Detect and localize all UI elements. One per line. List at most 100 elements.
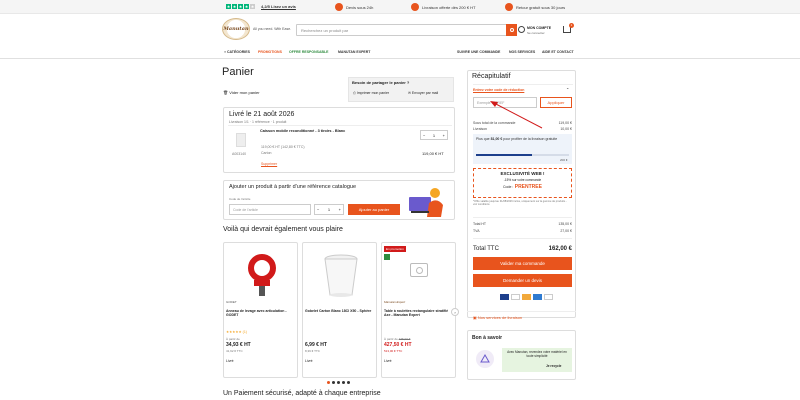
nav-suivre-commande[interactable]: SUIVRE UNE COMMANDE bbox=[457, 50, 500, 54]
truck-icon: ▣ bbox=[473, 315, 477, 320]
trash-icon: 🗑 bbox=[223, 90, 229, 95]
recycle-link[interactable]: Je recycle bbox=[546, 364, 561, 368]
quantity-value[interactable]: 1 bbox=[433, 133, 435, 138]
carousel-dot[interactable] bbox=[342, 381, 345, 384]
search-button[interactable] bbox=[506, 24, 517, 36]
product-price: 427,50 € HT bbox=[384, 342, 412, 348]
exclusive-title: EXCLUSIVITÉ WEB ! bbox=[500, 171, 545, 176]
quick-add-label: Code de l'article bbox=[229, 197, 251, 201]
carousel-dot[interactable] bbox=[337, 381, 340, 384]
account-icon[interactable] bbox=[518, 26, 525, 34]
print-cart-button[interactable]: ⎙ Imprimer mon panier bbox=[353, 91, 389, 95]
product-price: 34,93 € HT bbox=[226, 342, 251, 348]
product-ref: A003140 bbox=[232, 152, 247, 156]
divider bbox=[467, 311, 576, 312]
quick-add-illustration bbox=[405, 183, 448, 219]
carousel-dot[interactable] bbox=[327, 381, 330, 384]
product-ttc: 8,39 € TTC bbox=[305, 349, 320, 353]
product-card[interactable]: GODET Anneau de levage avec articulation… bbox=[223, 242, 298, 378]
plus-button[interactable]: + bbox=[443, 133, 445, 138]
livraison-info: Livraison offerte dès 200 € HT bbox=[411, 3, 476, 11]
tva-row: TVA 27,00 € bbox=[473, 229, 572, 233]
product-image[interactable] bbox=[244, 253, 280, 300]
quick-add-title: Ajouter un produit à partir d'une référe… bbox=[229, 184, 357, 190]
product-image[interactable] bbox=[321, 253, 361, 300]
product-rating: ★★★★★ (1) bbox=[226, 330, 247, 334]
nav-aide[interactable]: AIDE ET CONTACT bbox=[542, 50, 574, 54]
visa-icon bbox=[511, 294, 520, 300]
document-icon bbox=[335, 3, 343, 11]
product-thumbnail[interactable] bbox=[236, 133, 246, 147]
search-input[interactable]: Recherchez un produit par bbox=[296, 24, 516, 36]
minus-button[interactable]: − bbox=[423, 133, 425, 138]
free-delivery-progress bbox=[476, 154, 569, 156]
top-bar bbox=[0, 0, 800, 14]
reco-title: Voilà qui devrait également vous plaire bbox=[223, 226, 343, 233]
amex-icon bbox=[533, 294, 542, 300]
rating-link[interactable]: 4,2/5 Lisez un avis bbox=[261, 4, 296, 9]
bon-a-savoir-text: Avec Manutan, revendez votre matériel en… bbox=[507, 350, 567, 358]
truck-icon bbox=[411, 3, 419, 11]
share-title: Besoin de partager le panier ? bbox=[352, 80, 410, 85]
nav-manutan-expert[interactable]: MANUTAN EXPERT bbox=[338, 50, 370, 54]
brand-label: Manutan Expert bbox=[384, 300, 406, 304]
exclusive-code: Code : PRENTREE bbox=[503, 184, 542, 190]
carousel-dot[interactable] bbox=[347, 381, 350, 384]
printer-icon: ⎙ bbox=[353, 91, 356, 95]
quantity-value[interactable]: 1 bbox=[328, 207, 330, 212]
divider bbox=[228, 125, 452, 126]
product-name[interactable]: Gobelet Carton Blanc 18Cl X50 - Sphère bbox=[305, 309, 375, 313]
product-card[interactable]: En promotion Manutan Expert Table à roul… bbox=[381, 242, 456, 378]
remove-link[interactable]: Supprimer bbox=[261, 162, 277, 166]
search-icon bbox=[509, 28, 514, 32]
delivery-status: Livré bbox=[226, 359, 234, 363]
camera-placeholder-icon bbox=[410, 263, 428, 277]
article-code-input[interactable]: Code de l'article bbox=[229, 204, 311, 215]
annotation-arrow bbox=[490, 101, 543, 129]
request-quote-button[interactable]: Demander un devis bbox=[473, 274, 572, 287]
divider bbox=[473, 84, 573, 85]
divider bbox=[473, 217, 572, 218]
chevron-up-icon[interactable]: ⌃ bbox=[566, 87, 569, 92]
progress-end-label: 200 € bbox=[560, 158, 568, 162]
account-label[interactable]: MON COMPTE bbox=[527, 26, 551, 30]
add-to-cart-button[interactable]: Ajouter au panier bbox=[348, 204, 400, 215]
product-card[interactable]: Gobelet Carton Blanc 18Cl X50 - Sphère 6… bbox=[302, 242, 377, 378]
nav-services[interactable]: NOS SERVICES bbox=[509, 50, 535, 54]
nav-promotions[interactable]: PROMOTIONS bbox=[258, 50, 282, 54]
carousel-dot[interactable] bbox=[332, 381, 335, 384]
quick-add-qty-stepper[interactable]: − 1 + bbox=[314, 204, 344, 215]
quantity-stepper[interactable]: − 1 + bbox=[420, 130, 448, 140]
cart-count-badge: 1 bbox=[569, 23, 574, 28]
vider-panier-link[interactable]: 🗑 Vider mon panier bbox=[223, 90, 260, 95]
account-sub[interactable]: Se connecter bbox=[527, 31, 545, 35]
validate-order-button[interactable]: Valider ma commande bbox=[473, 257, 572, 270]
recycle-icon bbox=[476, 350, 494, 368]
minus-button[interactable]: − bbox=[317, 207, 319, 212]
product-name[interactable]: Caisson mobile reconditionné - 3 tiroirs… bbox=[260, 129, 345, 133]
total-ttc-row: Total TTC 162,00 € bbox=[473, 246, 572, 252]
nav-categories[interactable]: ≡ CATÉGORIES bbox=[224, 50, 250, 54]
apply-code-button[interactable]: Appliquer bbox=[540, 97, 572, 108]
offer-conditions: *Offre valable jusqu'au 31/08/2026 inclu… bbox=[473, 200, 568, 207]
product-name[interactable]: Anneau de levage avec articulation - GOD… bbox=[226, 309, 296, 317]
nav-offre-responsable[interactable]: OFFRE RESPONSABLE bbox=[289, 50, 328, 54]
carousel-next-button[interactable]: › bbox=[451, 308, 459, 316]
price-from: À partir de 475,00 € bbox=[384, 337, 411, 341]
product-ttc: 513,00 € TTC bbox=[384, 349, 403, 353]
price-from: À partir de bbox=[226, 337, 240, 341]
product-name[interactable]: Table à roulettes rectangulaire stratifi… bbox=[384, 309, 454, 317]
payment-title: Un Paiement sécurisé, adapté à chaque en… bbox=[223, 390, 381, 397]
manutan-logo[interactable]: Manutan bbox=[222, 18, 250, 40]
mail-icon: ✉ bbox=[408, 91, 411, 95]
promo-code-link[interactable]: Entrez votre code de réduction bbox=[473, 88, 524, 92]
delivery-status: Livré bbox=[384, 359, 392, 363]
email-cart-button[interactable]: ✉ Envoyer par mail bbox=[408, 91, 438, 95]
brand-label: GODET bbox=[226, 300, 237, 304]
promo-badge: En promotion bbox=[384, 246, 406, 252]
mastercard-icon bbox=[522, 294, 531, 300]
delivery-sub: Livraison 1/1 · 1 référence · 1 produit bbox=[229, 120, 287, 124]
eco-badge-icon bbox=[384, 254, 390, 260]
delivery-services-link[interactable]: ▣ Nos services de livraison bbox=[473, 315, 522, 320]
plus-button[interactable]: + bbox=[339, 207, 341, 212]
